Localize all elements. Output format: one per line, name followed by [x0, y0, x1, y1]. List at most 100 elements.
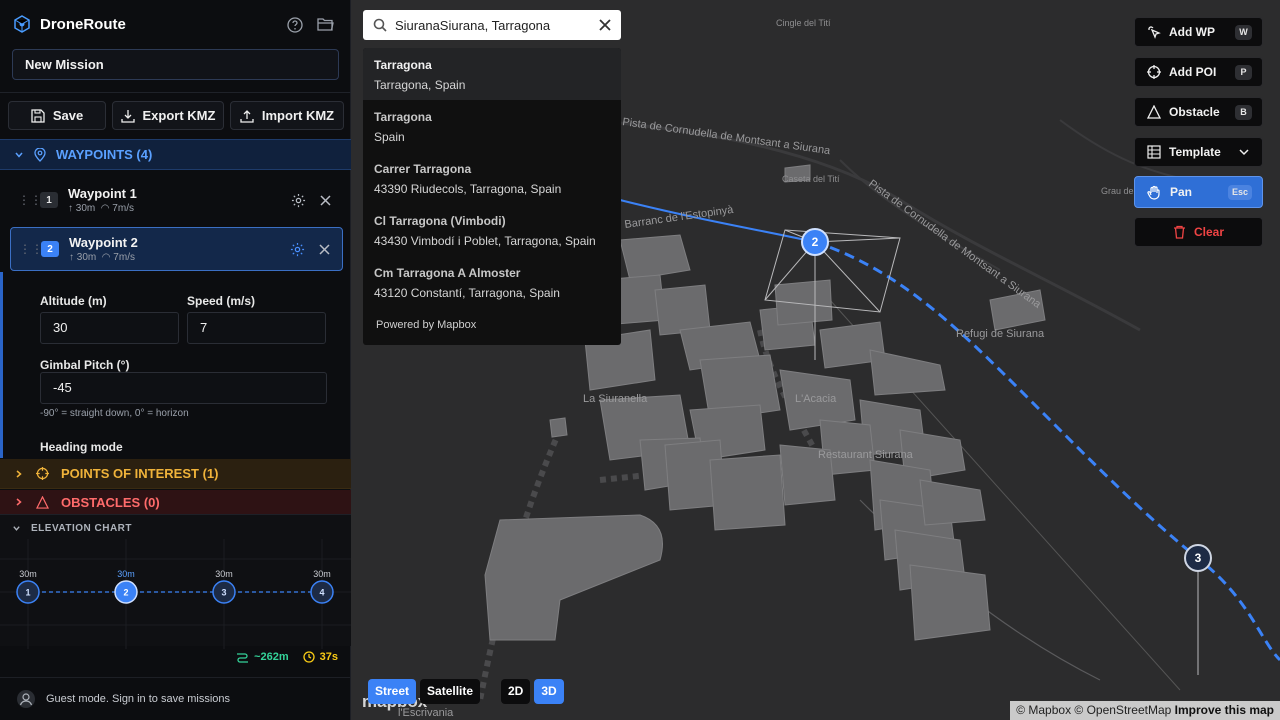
folder-open-icon[interactable] — [317, 17, 334, 32]
gimbal-input[interactable]: -45 — [40, 372, 327, 404]
help-icon[interactable] — [287, 17, 303, 33]
divider — [0, 92, 351, 93]
download-icon — [120, 109, 135, 123]
waypoint-meta: ↑ 30m ◠ 7m/s — [69, 252, 135, 263]
result-subtitle: Spain — [374, 130, 405, 144]
distance-value: ~262m — [254, 651, 289, 663]
heading-mode-label: Heading mode — [40, 440, 123, 454]
clear-label: Clear — [1193, 225, 1225, 239]
waypoint-row-selected[interactable]: ⋮⋮ 2 Waypoint 2 ↑ 30m ◠ 7m/s — [10, 227, 343, 271]
export-kmz-button[interactable]: Export KMZ — [112, 101, 224, 130]
clear-button[interactable]: Clear — [1134, 217, 1263, 247]
pan-label: Pan — [1170, 185, 1193, 199]
elevation-altitude-label: 30m — [117, 569, 135, 579]
obstacles-title: OBSTACLES (0) — [61, 494, 160, 510]
speed-label: Speed (m/s) — [187, 294, 256, 308]
waypoint-marker-2[interactable]: 2 — [801, 228, 829, 256]
shortcut-key: B — [1235, 104, 1252, 120]
elevation-chart-header[interactable]: ELEVATION CHART — [12, 523, 132, 534]
close-icon[interactable] — [319, 243, 330, 255]
waypoint-marker-label: 2 — [812, 235, 819, 249]
elevation-point-4[interactable]: 4 — [310, 580, 334, 604]
search-result[interactable]: Carrer Tarragona 43390 Riudecols, Tarrago… — [363, 152, 621, 204]
satellite-style-button[interactable]: Satellite — [420, 679, 481, 704]
import-kmz-button[interactable]: Import KMZ — [230, 101, 344, 130]
elevation-point-label: 4 — [319, 588, 324, 598]
grid-icon — [1147, 145, 1161, 159]
gear-icon[interactable] — [290, 242, 305, 257]
waypoint-speed: 7m/s — [113, 252, 135, 263]
chevron-right-icon — [16, 498, 22, 506]
add-poi-button[interactable]: Add POI P — [1134, 57, 1263, 87]
search-results: Tarragona Tarragona, Spain Tarragona Spain… — [363, 48, 621, 345]
chevron-down-icon — [13, 526, 20, 531]
add-waypoint-label: Add WP — [1169, 25, 1215, 39]
map-label: Grau del — [1101, 186, 1136, 196]
waypoints-title: WAYPOINTS (4) — [56, 147, 153, 162]
waypoint-altitude: 30m — [75, 203, 96, 214]
altitude-label: Altitude (m) — [40, 294, 107, 308]
shortcut-key: Esc — [1227, 184, 1252, 200]
elevation-point-2[interactable]: 2 — [114, 580, 138, 604]
sidebar-footer: Guest mode. Sign in to save missions — [0, 677, 351, 720]
3d-button[interactable]: 3D — [534, 679, 564, 704]
time-stat: 37s — [302, 651, 338, 663]
crosshair-icon — [36, 467, 49, 480]
save-button[interactable]: Save — [8, 101, 106, 130]
poi-section-header[interactable]: POINTS OF INTEREST (1) — [0, 459, 351, 489]
search-result[interactable]: Cm Tarragona A Almoster 43120 Constantí, … — [363, 256, 621, 308]
export-label: Export KMZ — [142, 108, 216, 123]
search-input[interactable]: SiuranaSiurana, Tarragona — [395, 18, 591, 33]
close-icon[interactable] — [320, 194, 331, 206]
map-pin-icon — [34, 147, 46, 162]
powered-by: Powered by Mapbox — [376, 319, 477, 331]
clock-icon — [302, 651, 315, 663]
guest-mode-text[interactable]: Guest mode. Sign in to save missions — [46, 693, 230, 705]
search-result[interactable]: Cl Tarragona (Vimbodi) 43430 Vimbodí i Po… — [363, 204, 621, 256]
improve-map-link[interactable]: Improve this map — [1175, 703, 1274, 717]
place-search[interactable]: SiuranaSiurana, Tarragona — [363, 10, 621, 40]
map-style-switch: Street Satellite — [368, 679, 481, 704]
search-result[interactable]: Tarragona Tarragona, Spain — [363, 48, 621, 100]
waypoint-row[interactable]: ⋮⋮ 1 Waypoint 1 ↑ 30m ◠ 7m/s — [10, 178, 343, 222]
waypoint-altitude: 30m — [76, 252, 97, 263]
mission-name-input[interactable]: New Mission — [12, 49, 339, 80]
waypoint-speed: 7m/s — [112, 203, 134, 214]
cursor-click-icon — [1148, 26, 1161, 39]
obstacle-label: Obstacle — [1169, 105, 1220, 119]
result-title: Tarragona — [374, 58, 432, 72]
altitude-input[interactable]: 30 — [40, 312, 179, 344]
waypoint-marker-3[interactable]: 3 — [1184, 544, 1212, 572]
elevation-point-1[interactable]: 1 — [16, 580, 40, 604]
drag-handle-icon[interactable]: ⋮⋮ — [18, 193, 42, 207]
upload-icon — [240, 109, 254, 123]
obstacles-section-header[interactable]: OBSTACLES (0) — [0, 490, 351, 514]
search-icon — [373, 18, 387, 32]
close-icon[interactable] — [599, 19, 611, 31]
result-title: Cm Tarragona A Almoster — [374, 266, 521, 280]
2d-button[interactable]: 2D — [501, 679, 531, 704]
drag-handle-icon[interactable]: ⋮⋮ — [19, 242, 43, 256]
chevron-down-icon — [1239, 149, 1249, 156]
chevron-right-icon — [16, 469, 22, 478]
add-waypoint-button[interactable]: Add WP W — [1134, 17, 1263, 47]
triangle-icon — [36, 495, 49, 509]
street-style-button[interactable]: Street — [368, 679, 417, 704]
map-label: Refugi de Siurana — [956, 328, 1045, 340]
gear-icon[interactable] — [291, 193, 306, 208]
obstacle-button[interactable]: Obstacle B — [1134, 97, 1263, 127]
elevation-altitude-label: 30m — [215, 569, 233, 579]
attribution-text: © Mapbox © OpenStreetMap — [1016, 703, 1172, 717]
waypoint-number: 1 — [40, 192, 58, 208]
map-label: L'Acacia — [795, 393, 837, 405]
template-dropdown[interactable]: Template — [1134, 137, 1263, 167]
speed-input[interactable]: 7 — [187, 312, 326, 344]
elevation-point-3[interactable]: 3 — [212, 580, 236, 604]
pan-button[interactable]: Pan Esc — [1134, 176, 1263, 208]
template-label: Template — [1169, 145, 1221, 159]
waypoint-number: 2 — [41, 241, 59, 257]
waypoint-name: Waypoint 1 — [68, 186, 137, 201]
search-result[interactable]: Tarragona Spain — [363, 100, 621, 152]
waypoints-section-header[interactable]: WAYPOINTS (4) — [0, 139, 351, 170]
brand: DroneRoute — [12, 14, 126, 34]
